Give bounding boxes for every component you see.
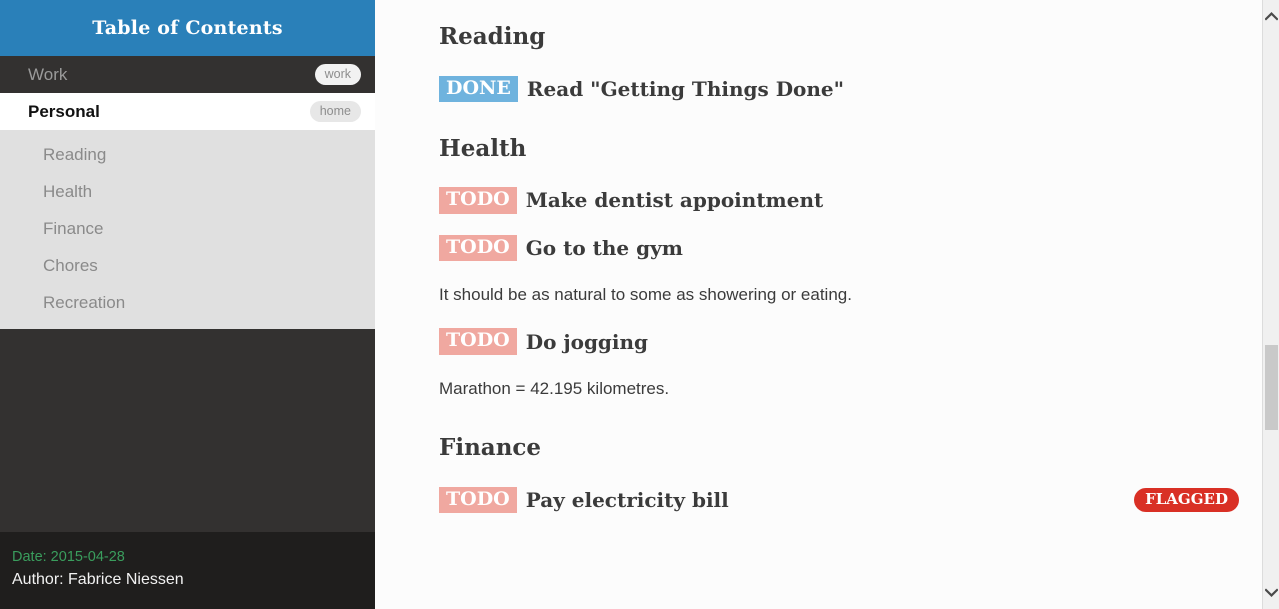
task-item[interactable]: TODO Make dentist appointment <box>439 187 1239 214</box>
document-date: Date: 2015-04-28 <box>12 548 125 565</box>
toc-item-work[interactable]: Work work <box>0 56 375 93</box>
task-keyword-badge[interactable]: TODO <box>439 187 517 214</box>
toc-sublist: Reading Health Finance Chores Recreation <box>0 130 375 329</box>
task-item[interactable]: TODO Go to the gym <box>439 234 1239 261</box>
section-heading: Health <box>439 134 527 162</box>
toc-header-title: Table of Contents <box>0 0 375 56</box>
chevron-down-icon[interactable] <box>1263 584 1279 601</box>
toc-subitem-health[interactable]: Health <box>0 173 375 210</box>
chevron-up-icon[interactable] <box>1263 8 1279 25</box>
toc-nav: Work work Personal home <box>0 56 375 130</box>
toc-subitem-recreation[interactable]: Recreation <box>0 284 375 321</box>
task-keyword-badge[interactable]: TODO <box>439 328 517 355</box>
toc-subitem-finance[interactable]: Finance <box>0 210 375 247</box>
flagged-badge[interactable]: FLAGGED <box>1134 487 1239 513</box>
document-author: Author: Fabrice Niessen <box>12 571 184 589</box>
toc-item-label: Personal <box>28 102 100 121</box>
toc-item-tag[interactable]: home <box>309 100 361 123</box>
task-title: Go to the gym <box>525 235 683 260</box>
body-paragraph: Marathon = 42.195 kilometres. <box>439 378 670 398</box>
section-heading: Reading <box>439 23 546 50</box>
task-keyword-badge[interactable]: DONE <box>439 75 518 102</box>
document-content: Reading DONE Read "Getting Things Done" Hea… <box>375 0 1279 609</box>
section-heading: Finance <box>439 434 542 462</box>
toc-subitem-reading[interactable]: Reading <box>0 136 375 173</box>
sidebar-filler <box>0 329 375 532</box>
task-item[interactable]: TODO Do jogging <box>439 328 1239 355</box>
toc-item-personal[interactable]: Personal home <box>0 93 375 130</box>
toc-item-tag[interactable]: work <box>314 63 361 86</box>
task-item[interactable]: TODO Pay electricity bill FLAGGED <box>439 486 1239 514</box>
toc-item-label: Work <box>28 65 68 84</box>
task-title: Read "Getting Things Done" <box>526 76 845 101</box>
vertical-scrollbar[interactable] <box>1262 0 1279 609</box>
page-root: Table of Contents Work work Personal home R… <box>0 0 1279 609</box>
body-paragraph: It should be as natural to some as showe… <box>439 284 852 304</box>
task-keyword-badge[interactable]: TODO <box>439 486 517 514</box>
task-item[interactable]: DONE Read "Getting Things Done" <box>439 75 1239 102</box>
task-title: Do jogging <box>525 329 649 354</box>
task-keyword-badge[interactable]: TODO <box>439 234 517 261</box>
scrollbar-thumb[interactable] <box>1265 345 1278 430</box>
sidebar-footer: Date: 2015-04-28 Author: Fabrice Niessen <box>0 531 375 609</box>
task-title: Pay electricity bill <box>525 487 729 512</box>
task-title: Make dentist appointment <box>525 188 824 213</box>
toc-subitem-chores[interactable]: Chores <box>0 247 375 284</box>
table-of-contents-sidebar: Table of Contents Work work Personal home R… <box>0 0 375 609</box>
